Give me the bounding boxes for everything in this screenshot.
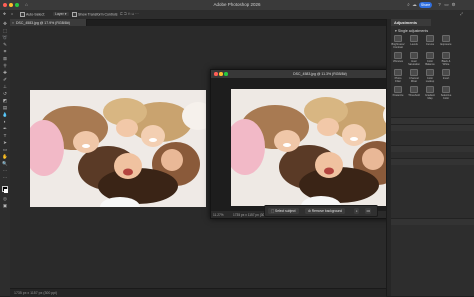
photo-filter-icon: [394, 69, 402, 76]
help-icon[interactable]: ?: [437, 2, 442, 7]
show-transform-checkbox[interactable]: Show Transform Controls: [72, 12, 118, 17]
quick-mask-icon[interactable]: ◎: [2, 196, 8, 202]
quick-select-tool-icon[interactable]: ✎: [2, 42, 8, 48]
hand-tool-icon[interactable]: ✋: [2, 154, 8, 160]
brightness-contrast-button[interactable]: Brightness/ Contrast: [391, 35, 405, 49]
panel-row[interactable]: [391, 145, 474, 152]
threshold-icon: [410, 86, 418, 93]
blur-tool-icon[interactable]: 💧: [2, 112, 8, 118]
panel-row[interactable]: [391, 218, 474, 225]
app-title: Adobe Photoshop 2026: [213, 2, 261, 7]
3d-mode-icon[interactable]: ⤢: [460, 12, 463, 16]
workspace-icon[interactable]: ▭: [444, 2, 449, 7]
auto-select-label: Auto-Select:: [26, 12, 46, 17]
auto-select-checkbox[interactable]: Auto-Select:: [20, 12, 45, 17]
screen-mode-icon[interactable]: ▣: [2, 203, 8, 209]
search-icon[interactable]: ⌕: [406, 2, 411, 7]
color-lookup-button[interactable]: Color Lookup: [423, 69, 437, 83]
hue-saturation-button[interactable]: Hue/ Saturation: [407, 52, 421, 66]
brightness-contrast-icon: [394, 35, 402, 42]
cloud-icon[interactable]: ☁: [412, 2, 417, 7]
vibrance-icon: [394, 52, 402, 59]
healing-tool-icon[interactable]: ✚: [2, 70, 8, 76]
adjustments-tab[interactable]: Adjustments: [391, 19, 431, 26]
home-tool-icon[interactable]: ⌂: [11, 12, 13, 16]
hue-saturation-icon: [410, 52, 418, 59]
curves-icon: [426, 35, 434, 42]
channel-mixer-icon: [410, 69, 418, 76]
more-options-button[interactable]: •••: [365, 208, 372, 214]
color-lookup-icon: [426, 69, 434, 76]
layer-select-value: Layer: [55, 12, 64, 16]
marquee-tool-icon[interactable]: ⬚: [2, 28, 8, 34]
align-icons[interactable]: ⊏ ⊐ ⊓ ⊔ ···: [120, 12, 139, 16]
selective-color-button[interactable]: Selective Color: [439, 86, 453, 100]
layer-select[interactable]: Layer ▾: [53, 12, 69, 16]
selective-color-icon: [442, 86, 450, 93]
levels-icon: [410, 35, 418, 42]
edit-toolbar-icon[interactable]: ⋯: [2, 175, 8, 181]
document-tab[interactable]: × DSC_4583.jpg @ 17.9% (RGB/8#): [10, 19, 87, 26]
brush-tool-icon[interactable]: ✐: [2, 77, 8, 83]
pen-tool-icon[interactable]: ✒: [2, 126, 8, 132]
move-tool-icon[interactable]: ✥: [3, 12, 6, 16]
canvas-image[interactable]: [30, 90, 206, 207]
select-subject-button[interactable]: ⬚ Select subject: [268, 208, 299, 214]
panel-row[interactable]: [391, 158, 474, 165]
panel-row[interactable]: [391, 117, 474, 124]
posterize-button[interactable]: Posterize: [391, 86, 405, 97]
gear-icon[interactable]: ⚙: [451, 2, 456, 7]
levels-button[interactable]: Levels: [407, 35, 421, 46]
contextual-task-bar: ⬚ Select subject ⊘ Remove background ◑ •…: [264, 205, 378, 217]
shape-tool-icon[interactable]: ▭: [2, 147, 8, 153]
stamp-tool-icon[interactable]: ⊥: [2, 84, 8, 90]
share-button[interactable]: Share: [419, 1, 432, 8]
select-subject-label: Select subject: [275, 209, 296, 213]
lasso-tool-icon[interactable]: ➰: [2, 35, 8, 41]
move-tool-icon[interactable]: ✥: [2, 21, 8, 27]
vibrance-button[interactable]: Vibrance: [391, 52, 405, 63]
exposure-button[interactable]: Exposure: [439, 35, 453, 46]
curves-button[interactable]: Curves: [423, 35, 437, 46]
adjustments-tab-label: Adjustments: [394, 20, 417, 25]
panel-row[interactable]: [391, 124, 474, 131]
dodge-tool-icon[interactable]: ◐: [2, 119, 8, 125]
eraser-tool-icon[interactable]: ◩: [2, 98, 8, 104]
single-adjustments-header[interactable]: ▾ Single adjustments: [395, 29, 428, 33]
posterize-icon: [394, 86, 402, 93]
document-tab-title: DSC_4583.jpg @ 17.9% (RGB/8#): [16, 20, 70, 25]
frame-tool-icon[interactable]: ⊠: [2, 56, 8, 62]
type-tool-icon[interactable]: T: [2, 133, 8, 139]
single-adjustments-label: Single adjustments: [397, 29, 429, 33]
invert-icon: [442, 69, 450, 76]
mask-icon[interactable]: ◑: [354, 208, 359, 214]
photo-filter-button[interactable]: Photo Filter: [391, 69, 405, 83]
invert-button[interactable]: Invert: [439, 69, 453, 80]
path-select-tool-icon[interactable]: ➤: [2, 140, 8, 146]
remove-background-button[interactable]: ⊘ Remove background: [305, 208, 346, 214]
background-color-swatch[interactable]: [4, 189, 8, 193]
zoom-readout[interactable]: 11.27%: [213, 213, 224, 217]
color-balance-button[interactable]: Color Balance: [423, 52, 437, 66]
eyedropper-tool-icon[interactable]: ⚲: [2, 63, 8, 69]
history-brush-tool-icon[interactable]: ↺: [2, 91, 8, 97]
close-tab-icon[interactable]: ×: [12, 21, 14, 25]
more-tools-icon[interactable]: ···: [2, 168, 8, 174]
crop-tool-icon[interactable]: ⌗: [2, 49, 8, 55]
remove-background-label: Remove background: [311, 209, 343, 213]
floating-canvas-image[interactable]: [231, 89, 407, 206]
zoom-tool-icon[interactable]: 🔍: [2, 161, 8, 167]
exposure-icon: [442, 35, 450, 42]
gradient-tool-icon[interactable]: ▤: [2, 105, 8, 111]
show-transform-label: Show Transform Controls: [78, 12, 118, 17]
status-text: 1735 px x 1157 px (300 ppi): [14, 291, 58, 295]
threshold-button[interactable]: Threshold: [407, 86, 421, 97]
gradient-map-button[interactable]: Gradient Map: [423, 86, 437, 100]
channel-mixer-button[interactable]: Channel Mixer: [407, 69, 421, 83]
black-white-icon: [442, 52, 450, 59]
black-white-button[interactable]: Black & White: [439, 52, 453, 66]
color-balance-icon: [426, 52, 434, 59]
gradient-map-icon: [426, 86, 434, 93]
